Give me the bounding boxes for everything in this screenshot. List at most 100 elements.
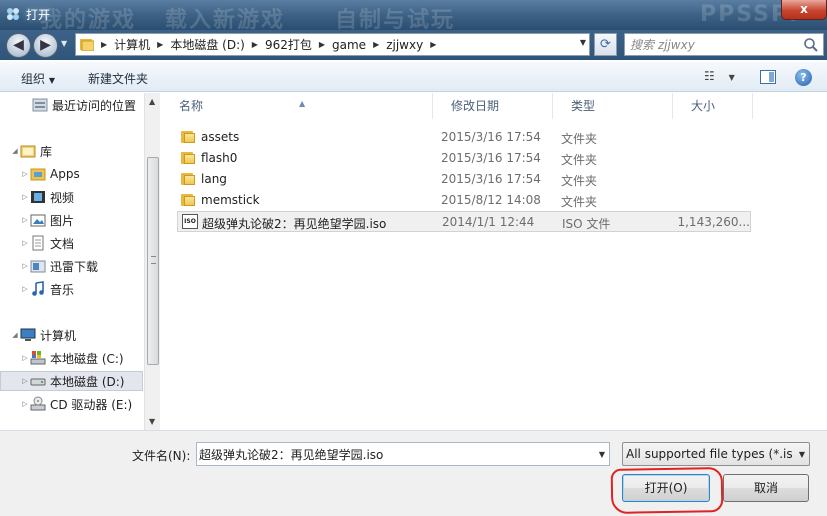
file-type-select[interactable]: All supported file types (*.iso ▼ xyxy=(622,442,810,466)
scrollbar-thumb[interactable] xyxy=(147,157,159,365)
help-icon[interactable]: ? xyxy=(795,69,812,86)
address-dropdown[interactable]: ▼ xyxy=(580,38,586,47)
file-row[interactable]: lang 2015/3/16 17:54 文件夹 xyxy=(177,169,751,190)
folder-icon xyxy=(181,130,195,143)
expand-arrow-icon[interactable]: ▷ xyxy=(20,170,30,178)
file-date: 2015/8/12 14:08 xyxy=(441,193,541,207)
filename-input[interactable] xyxy=(199,445,591,463)
recent-places-icon xyxy=(32,97,48,113)
organize-menu[interactable]: 组织 ▼ xyxy=(21,70,55,87)
nav-item-label: 视频 xyxy=(50,190,75,205)
folder-icon xyxy=(181,172,195,185)
back-button[interactable]: ◀ xyxy=(6,33,31,58)
crumb-962pack[interactable]: 962打包 xyxy=(265,36,312,53)
column-date-label: 修改日期 xyxy=(451,99,500,113)
file-type: 文件夹 xyxy=(561,174,598,188)
nav-item-drive-c[interactable]: ▷ 本地磁盘 (C:) xyxy=(0,348,143,368)
chevron-right-icon[interactable]: ▶ xyxy=(101,40,107,49)
background-text-1: 我的游戏 xyxy=(40,8,137,30)
new-folder-button[interactable]: 新建文件夹 xyxy=(88,70,148,87)
column-header-date[interactable]: 修改日期 xyxy=(433,93,553,119)
change-view-button[interactable]: ☷ ▼ xyxy=(704,69,740,85)
expand-arrow-icon[interactable]: ▷ xyxy=(20,400,30,408)
file-list: 名称 ▲ 修改日期 类型 大小 assets 2015/3/16 17:54 文件… xyxy=(161,93,827,430)
file-date: 2015/3/16 17:54 xyxy=(441,172,541,186)
expand-arrow-icon[interactable]: ▷ xyxy=(20,239,30,247)
search-input[interactable] xyxy=(630,36,795,53)
file-row-selected[interactable]: ISO 超级弹丸论破2：再见绝望学园.iso 2014/1/1 12:44 IS… xyxy=(177,211,751,232)
folder-icon xyxy=(181,193,195,206)
search-box[interactable] xyxy=(624,33,824,56)
nav-item-computer[interactable]: ◢ 计算机 xyxy=(0,325,143,345)
file-date: 2015/3/16 17:54 xyxy=(441,151,541,165)
nav-item-label: 本地磁盘 (C:) xyxy=(50,351,124,366)
search-icon[interactable] xyxy=(803,37,819,53)
filename-combo[interactable]: ▼ xyxy=(196,442,610,466)
crumb-game[interactable]: game xyxy=(332,38,366,52)
chevron-down-icon: ▼ xyxy=(798,450,805,459)
nav-item-pictures[interactable]: ▷ 图片 xyxy=(0,210,143,230)
expand-arrow-icon[interactable]: ▷ xyxy=(20,193,30,201)
nav-scrollbar[interactable]: ▲ ▼ xyxy=(144,93,160,430)
recent-pages-dropdown[interactable]: ▼ xyxy=(61,39,71,49)
title-bar: 我的游戏 载入新游戏 自制与试玩 PPSSPP 打开 x xyxy=(0,0,827,30)
refresh-button[interactable]: ⟳ xyxy=(594,33,617,56)
expand-arrow-icon[interactable]: ▷ xyxy=(20,262,30,270)
crumb-zjjwxy[interactable]: zjjwxy xyxy=(386,38,423,52)
nav-item-video[interactable]: ▷ 视频 xyxy=(0,187,143,207)
chevron-down-icon[interactable]: ▼ xyxy=(599,450,605,459)
column-name-label: 名称 xyxy=(179,99,204,113)
open-button[interactable]: 打开(O) xyxy=(622,474,710,502)
grip-icon xyxy=(151,256,156,264)
system-drive-icon xyxy=(30,350,46,366)
expand-arrow-icon[interactable]: ▷ xyxy=(20,285,30,293)
chevron-right-icon[interactable]: ▶ xyxy=(373,40,379,49)
chevron-right-icon[interactable]: ▶ xyxy=(252,40,258,49)
nav-item-label: 计算机 xyxy=(40,328,77,343)
column-size-label: 大小 xyxy=(691,99,716,113)
nav-item-drive-d[interactable]: ▷ 本地磁盘 (D:) xyxy=(0,371,143,391)
file-row[interactable]: memstick 2015/8/12 14:08 文件夹 xyxy=(177,190,751,211)
address-bar[interactable]: ▶ 计算机 ▶ 本地磁盘 (D:) ▶ 962打包 ▶ game ▶ zjjwx… xyxy=(75,33,590,56)
expand-arrow-icon[interactable]: ◢ xyxy=(10,147,20,155)
file-type: 文件夹 xyxy=(561,195,598,209)
expand-arrow-icon[interactable]: ▷ xyxy=(20,216,30,224)
close-button[interactable]: x xyxy=(781,0,827,20)
crumb-computer[interactable]: 计算机 xyxy=(114,36,150,53)
app-icon xyxy=(7,8,19,20)
file-name: memstick xyxy=(201,193,260,207)
crumb-drive-d[interactable]: 本地磁盘 (D:) xyxy=(170,36,244,53)
chevron-right-icon[interactable]: ▶ xyxy=(157,40,163,49)
nav-item-label: 最近访问的位置 xyxy=(52,98,137,113)
chevron-right-icon[interactable]: ▶ xyxy=(319,40,325,49)
nav-item-cd-drive-e[interactable]: ▷ CD 驱动器 (E:) xyxy=(0,394,143,414)
chevron-right-icon[interactable]: ▶ xyxy=(430,40,436,49)
forward-button[interactable]: ▶ xyxy=(33,33,58,58)
folder-icon xyxy=(181,151,195,164)
nav-item-documents[interactable]: ▷ 文档 xyxy=(0,233,143,253)
nav-item-thunder-download[interactable]: ▷ 迅雷下载 xyxy=(0,256,143,276)
expand-arrow-icon[interactable]: ▷ xyxy=(20,354,30,362)
expand-arrow-icon[interactable]: ▷ xyxy=(20,377,30,385)
arrow-left-icon: ◀ xyxy=(13,37,24,53)
video-icon xyxy=(30,189,46,205)
file-name: flash0 xyxy=(201,151,238,165)
nav-item-music[interactable]: ▷ 音乐 xyxy=(0,279,143,299)
scroll-down-icon[interactable]: ▼ xyxy=(149,417,155,426)
nav-item-recent-places[interactable]: 最近访问的位置 xyxy=(0,95,143,115)
folder-icon xyxy=(80,39,94,51)
nav-item-apps[interactable]: ▷ Apps xyxy=(0,164,143,184)
expand-arrow-icon[interactable]: ◢ xyxy=(10,331,20,339)
preview-pane-icon[interactable] xyxy=(760,70,776,84)
column-header-type[interactable]: 类型 xyxy=(553,93,673,119)
nav-item-library[interactable]: ◢ 库 xyxy=(0,141,143,161)
column-header-size[interactable]: 大小 xyxy=(673,93,753,119)
breadcrumb: ▶ 计算机 ▶ 本地磁盘 (D:) ▶ 962打包 ▶ game ▶ zjjwx… xyxy=(80,34,443,55)
nav-item-label: 音乐 xyxy=(50,282,75,297)
column-header-name[interactable]: 名称 ▲ xyxy=(161,93,433,119)
chevron-down-icon: ▼ xyxy=(728,73,735,82)
file-row[interactable]: assets 2015/3/16 17:54 文件夹 xyxy=(177,127,751,148)
scroll-up-icon[interactable]: ▲ xyxy=(149,97,155,106)
file-row[interactable]: flash0 2015/3/16 17:54 文件夹 xyxy=(177,148,751,169)
cancel-button[interactable]: 取消 xyxy=(723,474,809,502)
